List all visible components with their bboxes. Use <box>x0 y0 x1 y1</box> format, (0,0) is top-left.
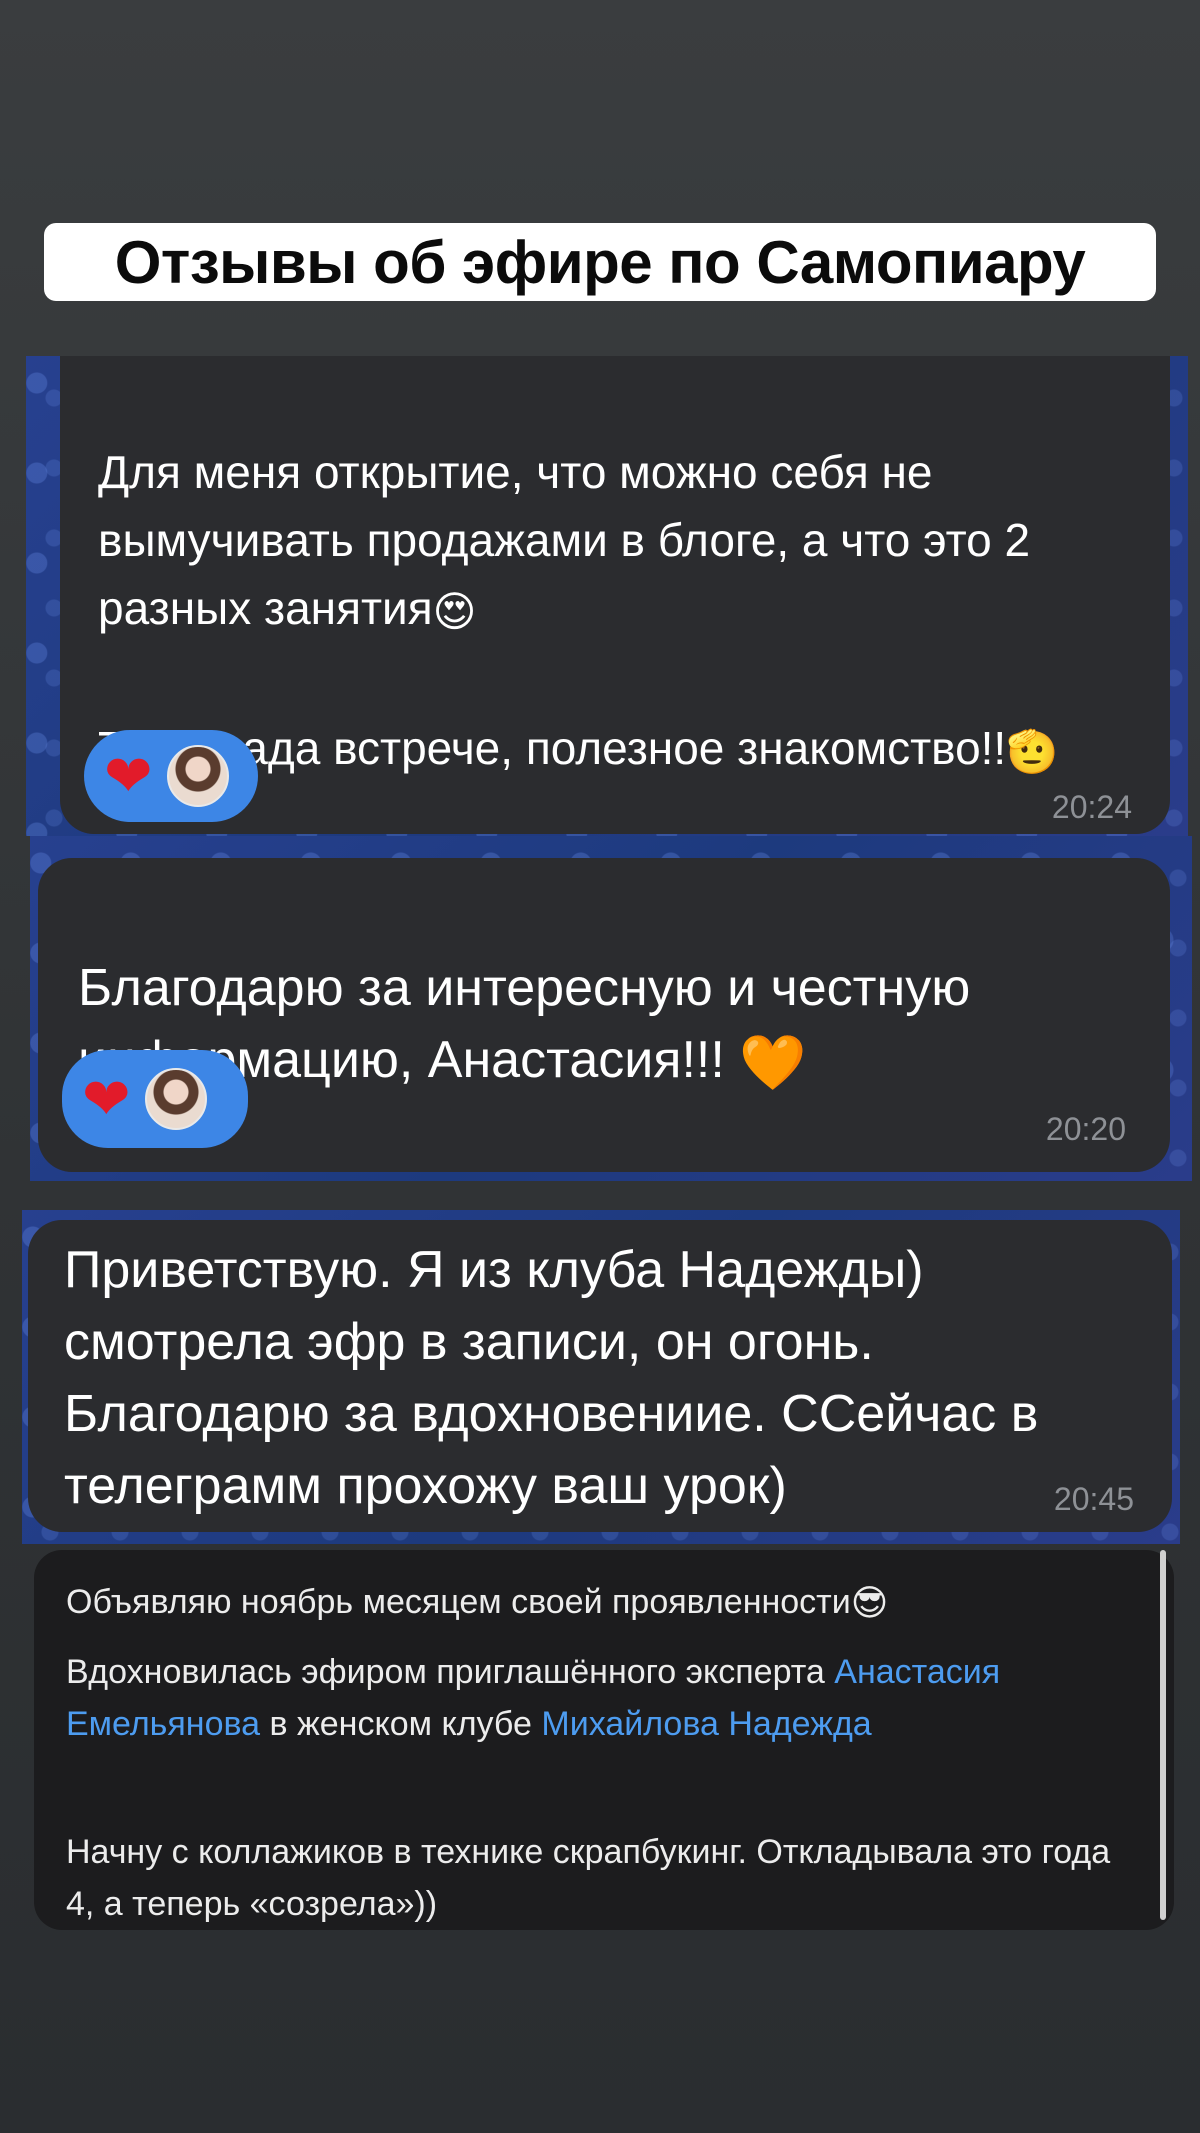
sunglasses-emoji-icon: 😎 <box>850 1583 889 1625</box>
page-title: Отзывы об эфире по Самопиару <box>114 228 1086 296</box>
reactor-avatar <box>166 745 229 807</box>
title-banner: Отзывы об эфире по Самопиару <box>44 223 1156 301</box>
post-paragraph-2-start: Вдохновилась эфиром приглашённого экспер… <box>66 1653 835 1691</box>
mention-link-club[interactable]: Михайлова Надежда <box>541 1705 871 1743</box>
salute-emoji-icon: 🫡 <box>1006 726 1059 776</box>
message-bubble-3[interactable]: Приветствую. Я из клуба Надежды) смотрел… <box>28 1220 1172 1532</box>
reaction-pill-2[interactable]: ❤ <box>62 1050 248 1148</box>
post-card[interactable]: Объявляю ноябрь месяцем своей проявленно… <box>34 1550 1174 1930</box>
message-3-text: Приветствую. Я из клуба Надежды) смотрел… <box>64 1241 1039 1515</box>
message-2-text: Благодарю за интересную и честную информ… <box>78 880 1158 1099</box>
post-line-1: Объявляю ноябрь месяцем своей проявленно… <box>66 1576 1126 1630</box>
heart-reaction-icon: ❤ <box>104 742 153 810</box>
message-1-text: Для меня открытие, что можно себя не вым… <box>98 370 1148 786</box>
scrollbar[interactable] <box>1160 1550 1166 1920</box>
reactor-avatar <box>144 1068 207 1130</box>
message-1-time: 20:24 <box>1051 789 1132 825</box>
heart-eyes-emoji-icon: 😍 <box>432 586 477 636</box>
reaction-pill-1[interactable]: ❤ <box>84 730 258 822</box>
orange-heart-emoji-icon: 🧡 <box>739 1031 807 1095</box>
message-1-text-part1: Для меня открытие, что можно себя не вым… <box>98 446 1031 634</box>
story-page: Отзывы об эфире по Самопиару Для меня от… <box>0 0 1200 2133</box>
heart-reaction-icon: ❤ <box>82 1065 131 1133</box>
post-paragraph-2: Вдохновилась эфиром приглашённого экспер… <box>66 1646 1126 1750</box>
post-paragraph-2-mid: в женском клубе <box>260 1705 542 1743</box>
message-bubble-1[interactable]: Для меня открытие, что можно себя не вым… <box>60 356 1170 834</box>
message-3-time: 20:45 <box>1053 1481 1134 1517</box>
post-line-1-text: Объявляю ноябрь месяцем своей проявленно… <box>66 1583 851 1621</box>
post-paragraph-3: Начну с коллажиков в технике скрапбукинг… <box>66 1833 1111 1923</box>
message-bubble-2[interactable]: Благодарю за интересную и честную информ… <box>38 858 1170 1172</box>
message-2-time: 20:20 <box>1045 1111 1126 1147</box>
